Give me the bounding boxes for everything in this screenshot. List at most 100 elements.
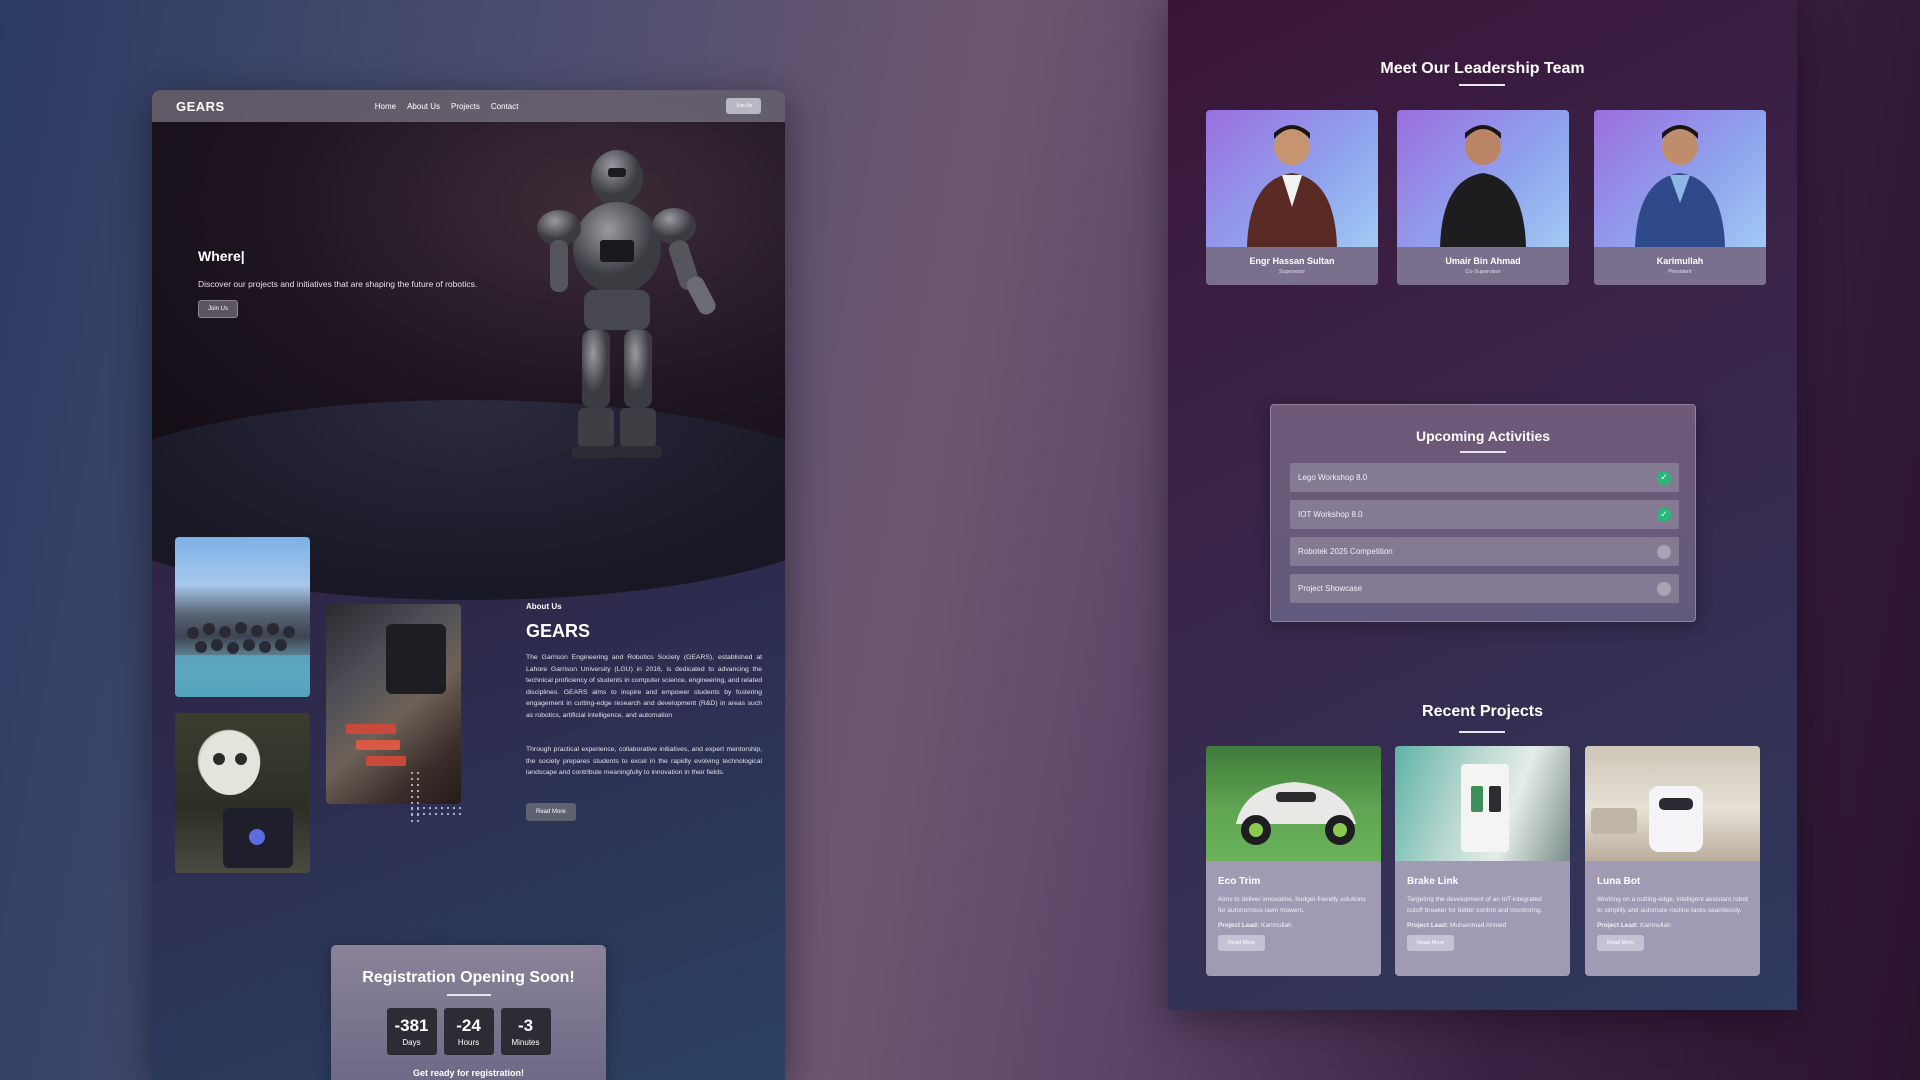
project-image <box>1206 746 1381 861</box>
leader-caption: Engr Hassan Sultan Supervisor <box>1206 247 1378 285</box>
project-description: Targeting the development of an IoT-inte… <box>1407 896 1543 914</box>
activity-item[interactable]: Project Showcase <box>1290 574 1679 603</box>
project-lead-label: Project Lead: <box>1218 922 1260 929</box>
about-paragraph-2: Through practical experience, collaborat… <box>526 746 762 776</box>
countdown-unit: Minutes <box>511 1038 540 1047</box>
activity-label: Robotek 2025 Competition <box>1298 547 1393 556</box>
right-page-mockup: Meet Our Leadership Team Engr Hassan Sul… <box>1168 0 1797 1010</box>
robot-image <box>537 150 716 458</box>
project-title: Eco Trim <box>1218 876 1261 887</box>
nav-link-about[interactable]: About Us <box>407 102 440 111</box>
activity-item[interactable]: Lego Workshop 8.0 ✓ <box>1290 463 1679 492</box>
humanoid-robot-photo <box>175 713 310 873</box>
activities-card: Upcoming Activities Lego Workshop 8.0 ✓ … <box>1270 404 1696 622</box>
leader-card[interactable]: Umair Bin Ahmad Co-Supervisor <box>1397 110 1569 285</box>
countdown-unit: Days <box>402 1038 421 1047</box>
nav-join-button[interactable]: Join Us <box>726 98 761 114</box>
title-underline <box>1459 84 1505 86</box>
project-lead: Project Lead: Karimullah <box>1597 922 1748 929</box>
check-done-icon: ✓ <box>1657 507 1671 522</box>
project-description: Working on a cutting-edge, intelligent a… <box>1597 896 1748 914</box>
project-image <box>1585 746 1760 861</box>
leader-name: Karimullah <box>1656 256 1704 266</box>
project-image <box>1395 746 1570 861</box>
activities-title: Upcoming Activities <box>1415 428 1551 444</box>
registration-title: Registration Opening Soon! <box>362 969 575 986</box>
project-card[interactable]: Luna Bot Working on a cutting-edge, inte… <box>1585 746 1760 976</box>
check-pending-icon <box>1657 581 1671 596</box>
leadership-title: Meet Our Leadership Team <box>1380 60 1585 77</box>
project-lead-name: Muhammad Ahmed <box>1450 922 1507 929</box>
brand-logo[interactable]: GEARS <box>176 99 225 114</box>
project-lead: Project Lead: Muhammad Ahmed <box>1407 922 1558 929</box>
project-lead-label: Project Lead: <box>1597 922 1639 929</box>
leader-photo <box>1440 125 1526 247</box>
team-group-photo <box>175 537 310 697</box>
countdown-value: -381 <box>394 1016 429 1035</box>
hero-subtitle: Discover our projects and initiatives th… <box>198 279 478 289</box>
nav-link-contact[interactable]: Contact <box>491 102 519 111</box>
leader-card[interactable]: Engr Hassan Sultan Supervisor <box>1206 110 1378 285</box>
about-paragraph-1: The Garrison Engineering and Robotics So… <box>526 654 762 719</box>
registration-card: Registration Opening Soon! -381 Days -24… <box>331 945 606 1080</box>
project-lead-name: Karimullah <box>1640 922 1671 929</box>
project-card[interactable]: Eco Trim Aims to deliver innovative, bud… <box>1206 746 1381 976</box>
check-done-icon: ✓ <box>1657 470 1671 485</box>
countdown-minutes: -3 Minutes <box>500 1008 551 1055</box>
leader-name: Umair Bin Ahmad <box>1445 256 1521 266</box>
countdown-days: -381 Days <box>386 1008 437 1055</box>
nav-link-home[interactable]: Home <box>375 102 396 111</box>
project-card[interactable]: Brake Link Targeting the development of … <box>1395 746 1570 976</box>
project-title: Luna Bot <box>1597 876 1641 887</box>
leader-role: Supervisor <box>1278 269 1306 275</box>
project-lead-label: Project Lead: <box>1407 922 1449 929</box>
leader-caption: Karimullah President <box>1594 247 1766 285</box>
left-page-mockup: GEARS Home About Us Projects Contact Joi… <box>152 90 785 1080</box>
countdown-value: -24 <box>456 1016 481 1035</box>
leader-caption: Umair Bin Ahmad Co-Supervisor <box>1397 247 1569 285</box>
activity-label: Project Showcase <box>1298 584 1363 593</box>
countdown: -381 Days -24 Hours -3 Minutes <box>331 1008 606 1055</box>
project-title: Brake Link <box>1407 876 1459 887</box>
assistant-robot-illustration <box>1591 786 1703 852</box>
pepper-robot-illustration <box>200 731 293 868</box>
nav-links: Home About Us Projects Contact <box>375 102 519 111</box>
3d-printer-photo <box>326 604 461 804</box>
activity-label: IOT Workshop 8.0 <box>1298 510 1363 519</box>
hero-join-button[interactable]: Join Us <box>198 300 239 318</box>
leader-photo <box>1635 125 1725 247</box>
hero-title: Where| <box>198 248 245 264</box>
decor-dots-horizontal <box>409 805 463 817</box>
project-description: Aims to deliver innovative, budget-frien… <box>1218 896 1366 914</box>
countdown-value: -3 <box>517 1016 534 1035</box>
printer-illustration <box>346 624 446 766</box>
top-navbar: GEARS Home About Us Projects Contact Joi… <box>152 90 785 122</box>
leader-photo <box>1247 125 1337 247</box>
activity-label: Lego Workshop 8.0 <box>1298 473 1368 482</box>
lawn-mower-illustration <box>1236 782 1356 845</box>
projects-title: Recent Projects <box>1422 703 1543 720</box>
countdown-unit: Hours <box>457 1038 480 1047</box>
leader-card[interactable]: Karimullah President <box>1594 110 1766 285</box>
breaker-illustration <box>1461 764 1509 852</box>
check-pending-icon <box>1657 544 1671 559</box>
project-lead: Project Lead: Karimullah <box>1218 922 1369 929</box>
crowd-illustration <box>175 622 310 697</box>
activity-item[interactable]: Robotek 2025 Competition <box>1290 537 1679 566</box>
title-underline <box>1459 731 1505 733</box>
nav-link-projects[interactable]: Projects <box>451 102 480 111</box>
leader-role: President <box>1668 269 1692 275</box>
project-lead-name: Karimullah <box>1261 922 1292 929</box>
leader-name: Engr Hassan Sultan <box>1249 256 1335 266</box>
title-underline <box>1460 451 1506 453</box>
project-read-more-button[interactable]: Read More <box>1218 935 1266 951</box>
project-read-more-button[interactable]: Read More <box>1597 935 1645 951</box>
title-underline <box>446 994 491 996</box>
about-title: GEARS <box>526 621 591 641</box>
about-kicker: About Us <box>526 602 562 611</box>
registration-footer: Get ready for registration! <box>412 1068 525 1078</box>
project-read-more-button[interactable]: Read More <box>1407 935 1455 951</box>
activity-item[interactable]: IOT Workshop 8.0 ✓ <box>1290 500 1679 529</box>
about-read-more-button[interactable]: Read More <box>526 803 576 821</box>
leader-role: Co-Supervisor <box>1465 269 1501 275</box>
